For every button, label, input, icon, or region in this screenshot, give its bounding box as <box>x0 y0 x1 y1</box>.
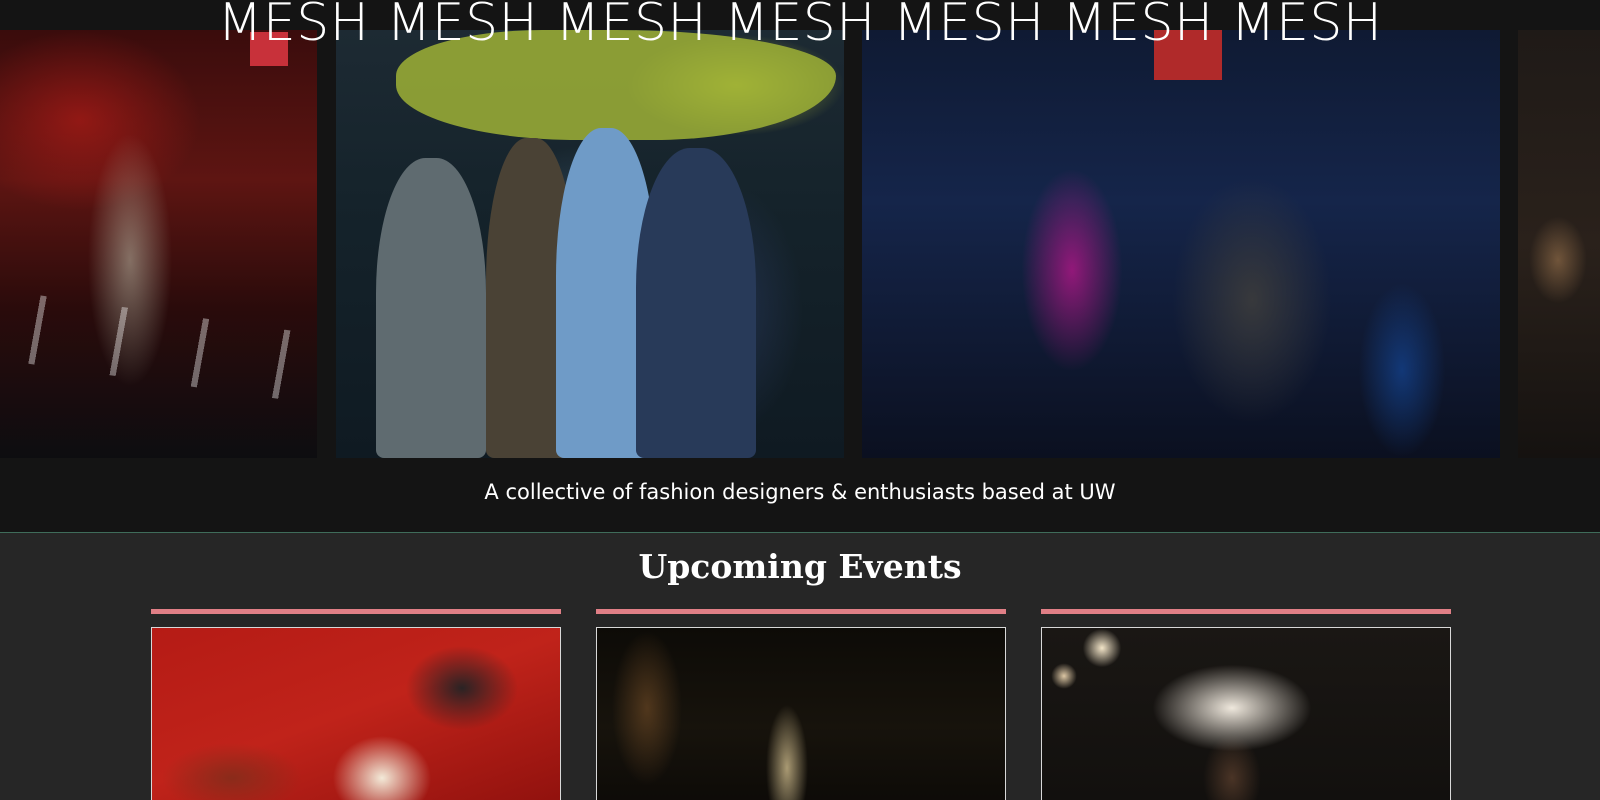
event-card[interactable] <box>151 609 561 800</box>
card-accent-bar <box>1041 609 1451 614</box>
stage-celebration-photo <box>862 30 1500 458</box>
group-portrait-photo <box>336 30 844 458</box>
model-figure <box>636 148 756 458</box>
event-image[interactable] <box>1041 627 1451 800</box>
event-image[interactable] <box>596 627 1006 800</box>
page: MESH MESH MESH MESH MESH MESH MESH A col… <box>0 0 1600 800</box>
tagline: A collective of fashion designers & enth… <box>484 480 1116 504</box>
site-title: MESH MESH MESH MESH MESH MESH MESH <box>217 0 1383 53</box>
section-heading: Upcoming Events <box>638 547 962 586</box>
card-accent-bar <box>151 609 561 614</box>
runway-model-photo <box>0 30 317 458</box>
event-card[interactable] <box>596 609 1006 800</box>
upcoming-events-section: Upcoming Events <box>0 533 1600 800</box>
event-image[interactable] <box>151 627 561 800</box>
stage-lights <box>0 289 317 405</box>
hero-section: MESH MESH MESH MESH MESH MESH MESH A col… <box>0 0 1600 533</box>
card-accent-bar <box>596 609 1006 614</box>
model-figure <box>376 158 486 458</box>
partial-photo <box>1518 30 1600 458</box>
event-card[interactable] <box>1041 609 1451 800</box>
photo-carousel[interactable] <box>0 30 1600 458</box>
